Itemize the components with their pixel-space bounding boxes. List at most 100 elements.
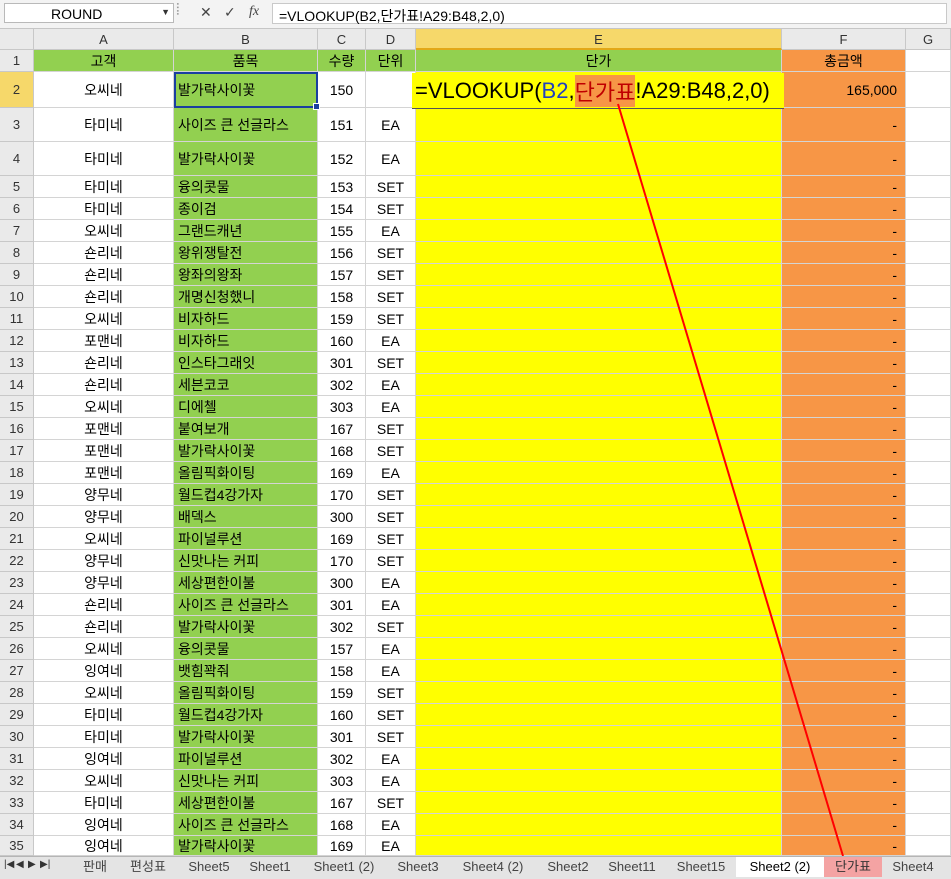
cell-e[interactable] (416, 418, 782, 440)
cell-d[interactable]: EA (366, 748, 416, 770)
cell-d[interactable]: SET (366, 682, 416, 704)
cell-f[interactable]: - (782, 836, 906, 856)
cell-g[interactable] (906, 264, 951, 286)
sheet-tab[interactable]: Sheet2 (2) (736, 857, 824, 877)
cell-c[interactable]: 152 (318, 142, 366, 176)
cell-g[interactable] (906, 726, 951, 748)
row-header[interactable]: 24 (0, 594, 34, 616)
cell-b[interactable]: 발가락사이꽃 (174, 836, 318, 856)
cell-g[interactable] (906, 660, 951, 682)
column-header-3[interactable]: D (366, 29, 416, 50)
cell-c[interactable]: 159 (318, 308, 366, 330)
cell-e[interactable] (416, 176, 782, 198)
cell-d[interactable]: SET (366, 528, 416, 550)
cell-c[interactable]: 168 (318, 440, 366, 462)
cell-e[interactable] (416, 198, 782, 220)
cell-e[interactable] (416, 682, 782, 704)
column-header-1[interactable]: B (174, 29, 318, 50)
column-header-2[interactable]: C (318, 29, 366, 50)
cell-c[interactable]: 170 (318, 484, 366, 506)
cell-a[interactable]: 오씨네 (34, 308, 174, 330)
cell-g[interactable] (906, 792, 951, 814)
row-header[interactable]: 34 (0, 814, 34, 836)
cell-b[interactable]: 디에첼 (174, 396, 318, 418)
row-header[interactable]: 1 (0, 50, 34, 72)
cell-e[interactable] (416, 462, 782, 484)
cell-g[interactable] (906, 572, 951, 594)
cell-g[interactable] (906, 330, 951, 352)
row-header[interactable]: 29 (0, 704, 34, 726)
cell-d[interactable]: EA (366, 396, 416, 418)
cell-g[interactable] (906, 440, 951, 462)
header-cell-d[interactable]: 단위 (366, 50, 416, 72)
header-cell-f[interactable]: 총금액 (782, 50, 906, 72)
cell-f[interactable]: - (782, 242, 906, 264)
cell-c[interactable]: 160 (318, 704, 366, 726)
cell-b[interactable]: 올림픽화이팅 (174, 682, 318, 704)
cell-d[interactable]: EA (366, 594, 416, 616)
row-header[interactable]: 12 (0, 330, 34, 352)
cell-f[interactable]: - (782, 330, 906, 352)
cell-d[interactable]: SET (366, 198, 416, 220)
cell-a[interactable]: 양무네 (34, 572, 174, 594)
cell-a[interactable]: 숀리네 (34, 374, 174, 396)
cell-d[interactable]: EA (366, 462, 416, 484)
cell-e[interactable] (416, 220, 782, 242)
cell-g[interactable] (906, 242, 951, 264)
cell-d[interactable]: SET (366, 418, 416, 440)
cell-b[interactable]: 비자하드 (174, 308, 318, 330)
row-header[interactable]: 3 (0, 108, 34, 142)
cell-a[interactable]: 포맨네 (34, 440, 174, 462)
insert-function-icon[interactable]: fx (249, 4, 259, 20)
cell-c[interactable]: 302 (318, 616, 366, 638)
cell-g[interactable] (906, 616, 951, 638)
cell-e[interactable] (416, 638, 782, 660)
cell-c[interactable]: 301 (318, 726, 366, 748)
cell-a[interactable]: 양무네 (34, 506, 174, 528)
cell-a[interactable]: 포맨네 (34, 462, 174, 484)
cell-c[interactable]: 157 (318, 264, 366, 286)
cell-b[interactable]: 발가락사이꽃 (174, 616, 318, 638)
cell-e[interactable] (416, 550, 782, 572)
row-header[interactable]: 30 (0, 726, 34, 748)
sheet-tab[interactable]: Sheet5 (178, 857, 240, 877)
cell-f[interactable]: - (782, 396, 906, 418)
cell-a[interactable]: 포맨네 (34, 330, 174, 352)
cell-g[interactable] (906, 836, 951, 856)
cell-a[interactable]: 포맨네 (34, 418, 174, 440)
cell-c[interactable]: 167 (318, 792, 366, 814)
cell-e[interactable] (416, 748, 782, 770)
cell-c[interactable]: 157 (318, 638, 366, 660)
row-header[interactable]: 28 (0, 682, 34, 704)
cell-g[interactable] (906, 506, 951, 528)
cell-a[interactable]: 숀리네 (34, 594, 174, 616)
row-header[interactable]: 21 (0, 528, 34, 550)
cell-b[interactable]: 왕위쟁탈전 (174, 242, 318, 264)
cell-g[interactable] (906, 704, 951, 726)
cell-b[interactable]: 월드컵4강가자 (174, 704, 318, 726)
cell-g[interactable] (906, 528, 951, 550)
select-all-corner[interactable] (0, 29, 34, 50)
cell-g[interactable] (906, 682, 951, 704)
cell-e[interactable] (416, 308, 782, 330)
cell-f[interactable]: - (782, 704, 906, 726)
row-header[interactable]: 22 (0, 550, 34, 572)
cell-d[interactable]: SET (366, 616, 416, 638)
cell-e[interactable] (416, 352, 782, 374)
cell-c[interactable]: 302 (318, 748, 366, 770)
cell-a[interactable]: 타미네 (34, 792, 174, 814)
cell-a[interactable]: 타미네 (34, 176, 174, 198)
cell-c[interactable]: 153 (318, 176, 366, 198)
cell-d[interactable]: SET (366, 352, 416, 374)
row-header[interactable]: 33 (0, 792, 34, 814)
cell-f[interactable]: 165,000 (782, 72, 906, 108)
cell-c[interactable]: 156 (318, 242, 366, 264)
cell-f[interactable]: - (782, 176, 906, 198)
first-sheet-icon[interactable]: |◀ (4, 859, 14, 870)
cell-d[interactable]: SET (366, 726, 416, 748)
sheet-tab[interactable]: 단가표 (824, 857, 882, 877)
sheet-tab[interactable]: Sheet2 (538, 857, 598, 877)
cell-e[interactable] (416, 704, 782, 726)
cell-g[interactable] (906, 308, 951, 330)
column-header-0[interactable]: A (34, 29, 174, 50)
